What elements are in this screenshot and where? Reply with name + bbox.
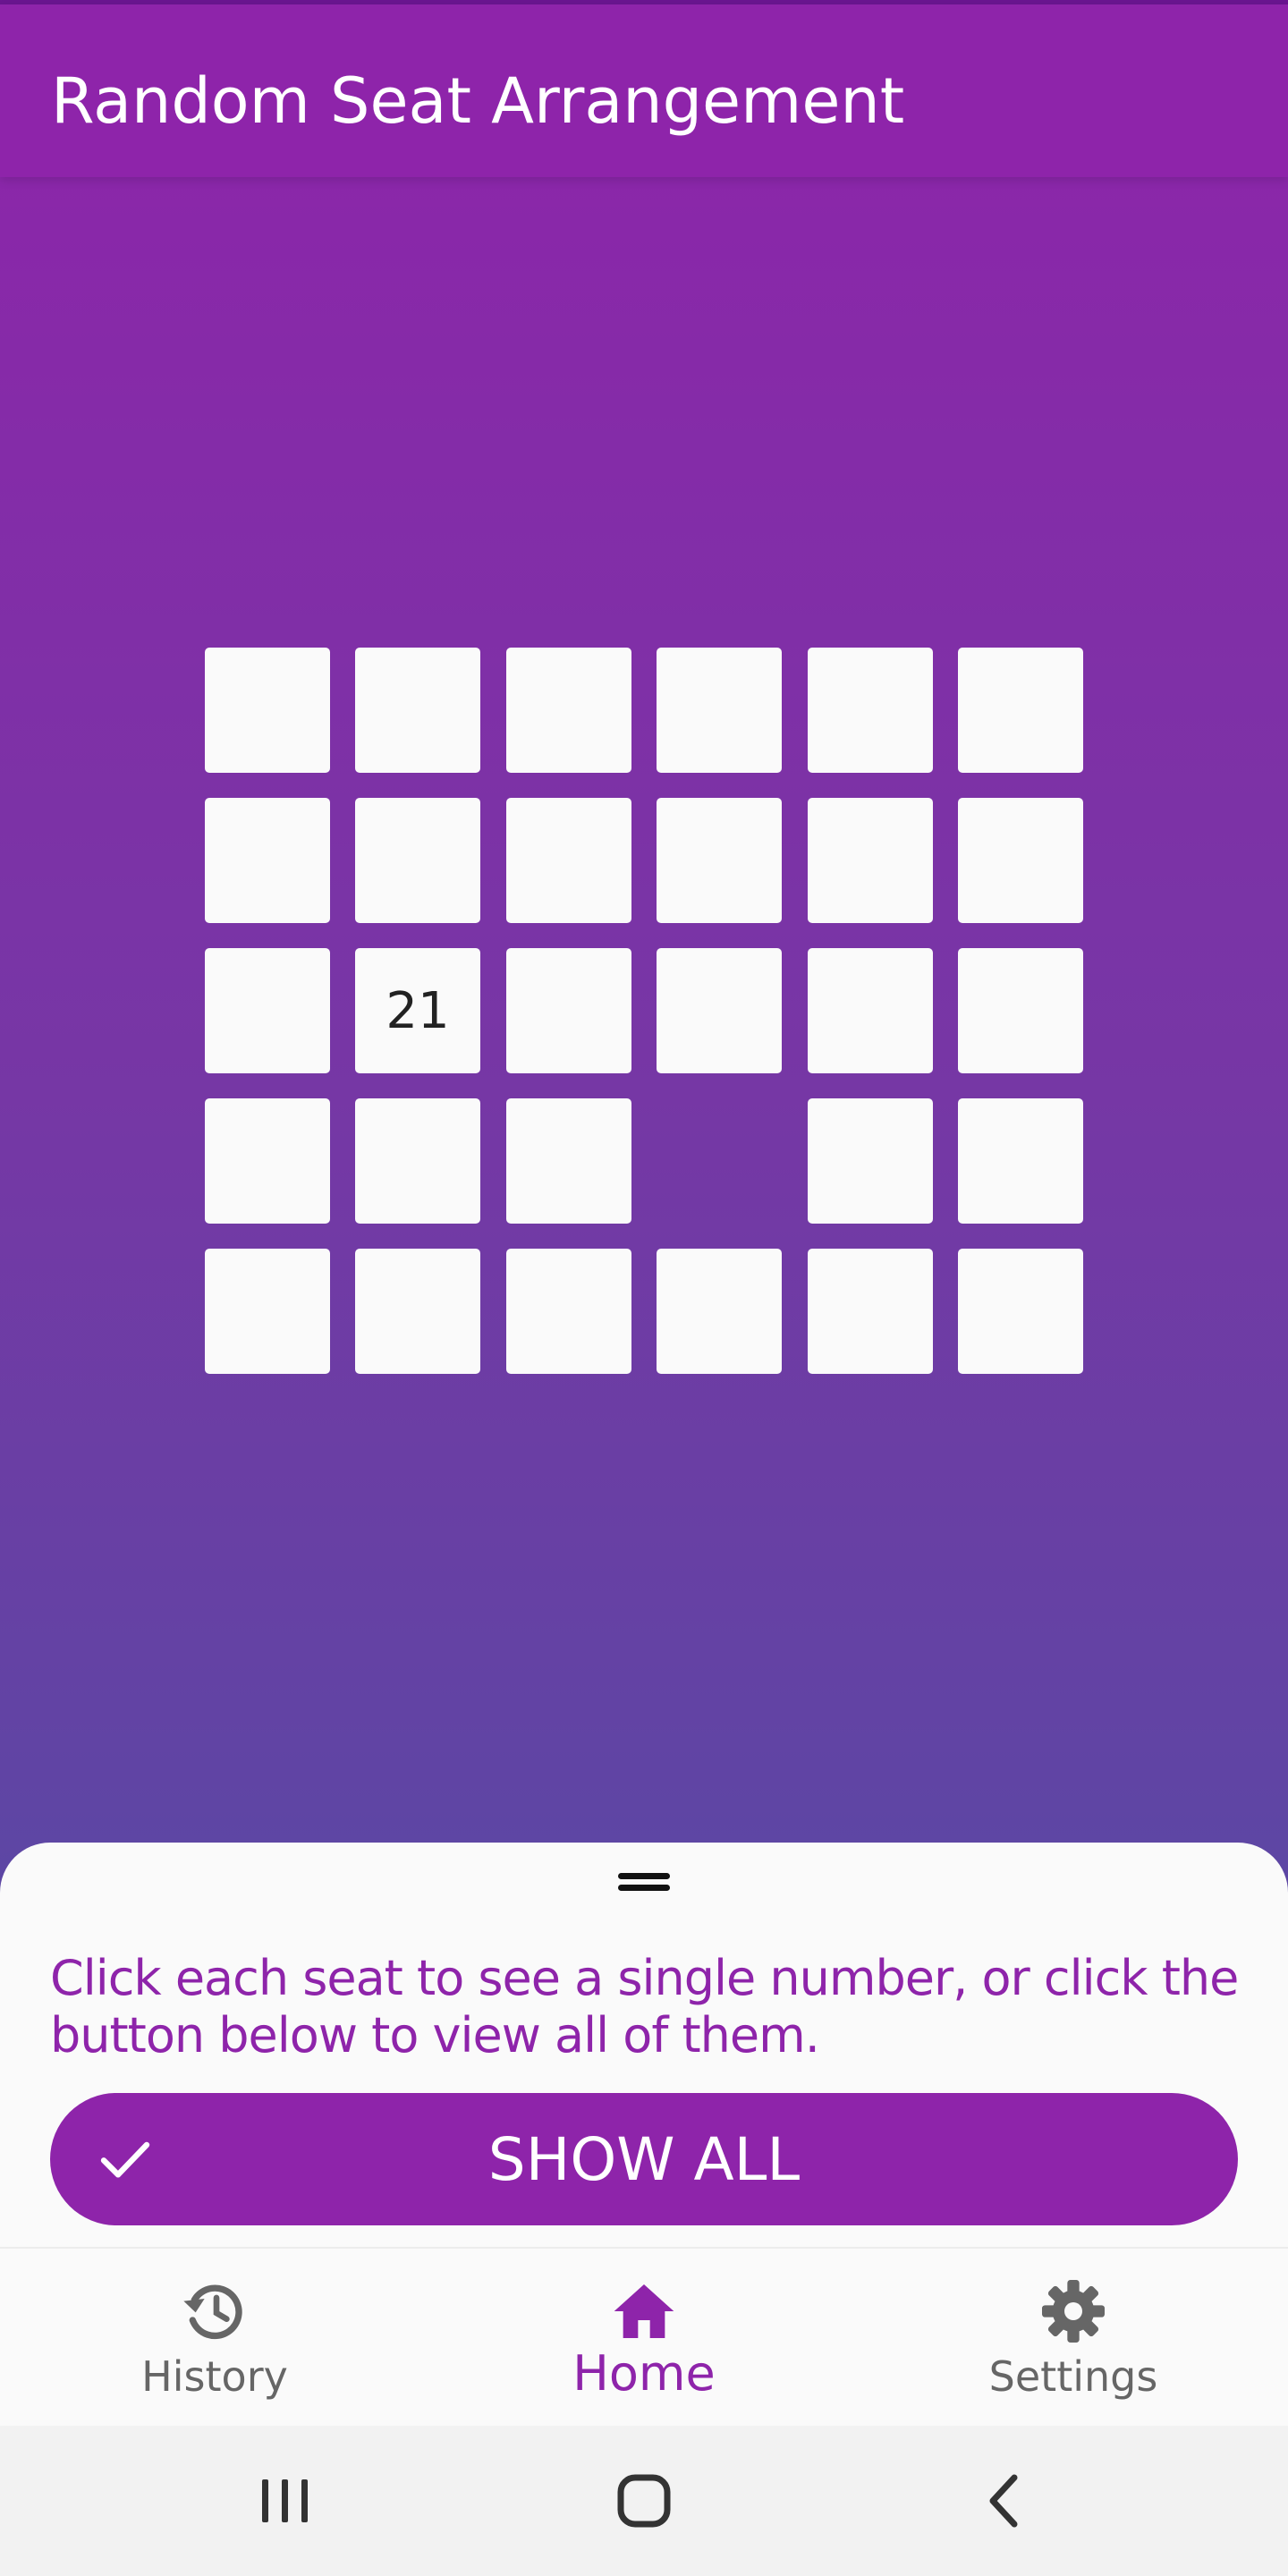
history-icon — [183, 2284, 242, 2340]
seat-r3-c4[interactable] — [657, 948, 782, 1073]
seat-r5-c6[interactable] — [958, 1249, 1083, 1374]
seat-r5-c4[interactable] — [657, 1249, 782, 1374]
seat-r2-c5[interactable] — [808, 798, 933, 923]
seat-r2-c3[interactable] — [506, 798, 631, 923]
seat-r1-c3[interactable] — [506, 648, 631, 773]
nav-label-settings: Settings — [988, 2352, 1158, 2401]
seat-r1-c1[interactable] — [205, 648, 330, 773]
page-title: Random Seat Arrangement — [51, 64, 905, 138]
nav-label-history: History — [141, 2352, 288, 2401]
bottom-navigation: History Home Settings — [0, 2247, 1288, 2428]
seat-r4-c3[interactable] — [506, 1098, 631, 1224]
nav-item-home[interactable]: Home — [429, 2249, 859, 2428]
seat-r5-c1[interactable] — [205, 1249, 330, 1374]
home-button-icon[interactable] — [608, 2465, 680, 2537]
seat-r5-c5[interactable] — [808, 1249, 933, 1374]
seat-r1-c2[interactable] — [355, 648, 480, 773]
drag-handle[interactable] — [618, 1873, 670, 1894]
seat-r3-c2[interactable]: 21 — [355, 948, 480, 1073]
seat-r3-c1[interactable] — [205, 948, 330, 1073]
seat-r1-c4[interactable] — [657, 648, 782, 773]
gear-icon — [1042, 2280, 1105, 2343]
recent-apps-icon[interactable] — [250, 2465, 321, 2537]
nav-label-home: Home — [572, 2345, 716, 2402]
seat-r4-c1[interactable] — [205, 1098, 330, 1224]
home-icon — [614, 2284, 674, 2338]
seat-r1-c5[interactable] — [808, 648, 933, 773]
seat-r2-c6[interactable] — [958, 798, 1083, 923]
seat-grid: 21 — [205, 648, 1083, 1374]
seat-r5-c2[interactable] — [355, 1249, 480, 1374]
seat-r2-c4[interactable] — [657, 798, 782, 923]
seat-r4-c6[interactable] — [958, 1098, 1083, 1224]
nav-item-settings[interactable]: Settings — [859, 2249, 1288, 2428]
instruction-text: Click each seat to see a single number, … — [50, 1950, 1239, 2063]
seat-r3-c3[interactable] — [506, 948, 631, 1073]
back-icon[interactable] — [970, 2465, 1041, 2537]
app-bar: Random Seat Arrangement — [0, 4, 1288, 177]
seat-r4-c5[interactable] — [808, 1098, 933, 1224]
nav-item-history[interactable]: History — [0, 2249, 429, 2428]
seat-r1-c6[interactable] — [958, 648, 1083, 773]
seat-r3-c6[interactable] — [958, 948, 1083, 1073]
seat-r3-c5[interactable] — [808, 948, 933, 1073]
seat-r4-c2[interactable] — [355, 1098, 480, 1224]
system-navigation-bar — [0, 2426, 1288, 2576]
seat-r2-c1[interactable] — [205, 798, 330, 923]
show-all-label: SHOW ALL — [487, 2124, 801, 2194]
bottom-sheet: Click each seat to see a single number, … — [0, 1843, 1288, 2247]
seat-r2-c2[interactable] — [355, 798, 480, 923]
seat-r5-c3[interactable] — [506, 1249, 631, 1374]
seat-number: 21 — [386, 981, 450, 1040]
show-all-button[interactable]: SHOW ALL — [50, 2093, 1238, 2225]
